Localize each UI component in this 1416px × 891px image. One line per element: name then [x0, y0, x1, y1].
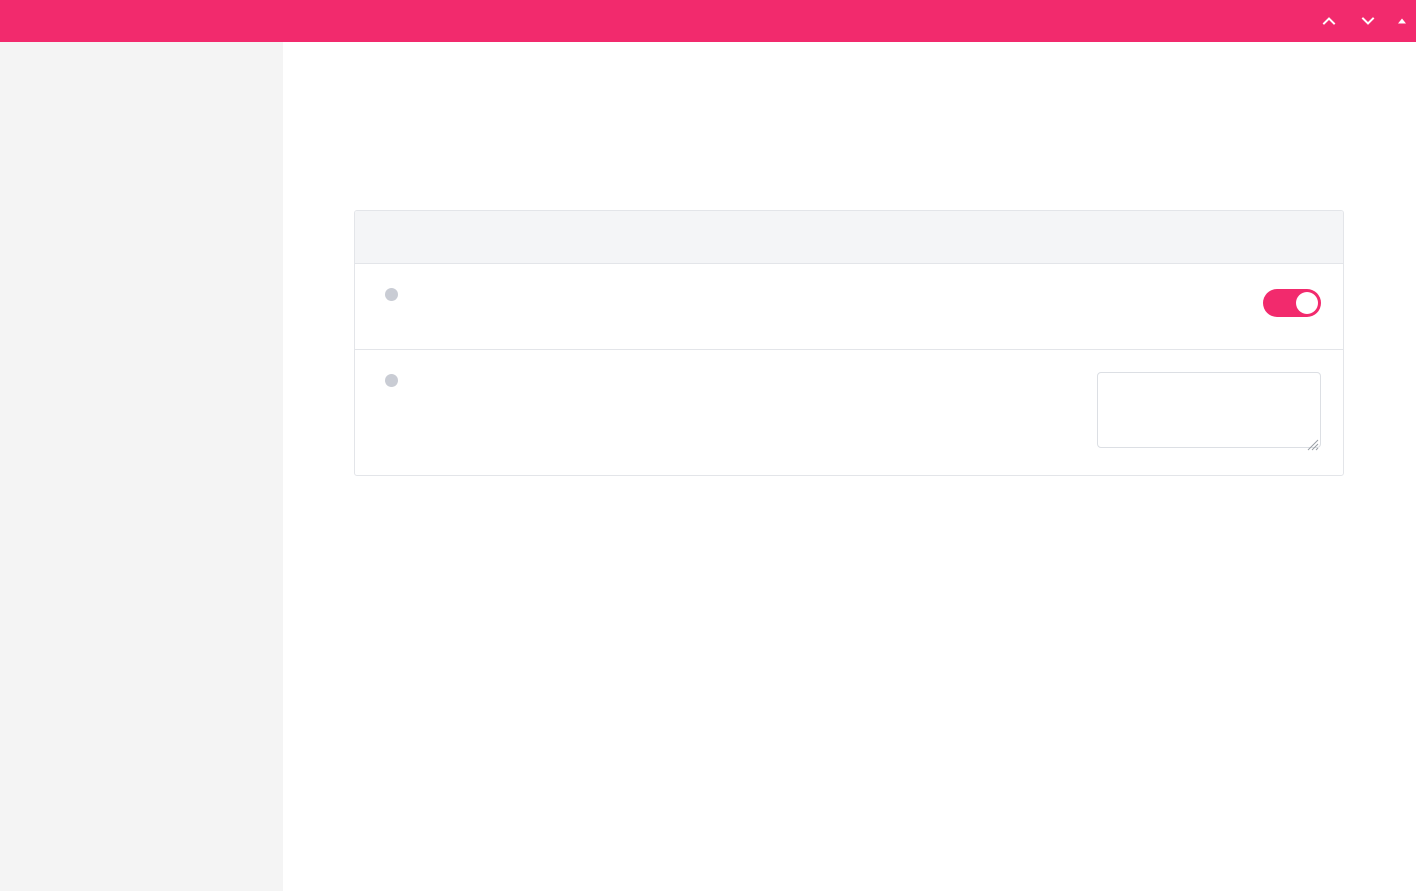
toggle-knob [1296, 292, 1318, 314]
note-title [377, 374, 1097, 387]
triangle-up-icon[interactable] [1388, 0, 1416, 42]
setting-row-control [1263, 286, 1321, 317]
app-header [0, 0, 1416, 42]
setting-row-note [355, 350, 1343, 475]
question-circle-icon[interactable] [385, 288, 398, 301]
admin-note-toggle[interactable] [1263, 289, 1321, 317]
sidebar [0, 42, 283, 891]
admin-note-card [354, 210, 1344, 476]
note-textarea-wrapper [1097, 372, 1321, 453]
setting-row-on-off-admin-note [355, 264, 1343, 350]
setting-title [377, 288, 1263, 301]
chevron-down-icon[interactable] [1354, 0, 1382, 42]
main-content [283, 42, 1416, 891]
note-textarea[interactable] [1097, 372, 1321, 448]
question-circle-icon[interactable] [385, 374, 398, 387]
note-row-text [377, 372, 1097, 398]
card-header [355, 211, 1343, 264]
note-row-control [1097, 372, 1321, 453]
chevron-up-icon[interactable] [1315, 0, 1343, 42]
setting-row-text [377, 286, 1263, 312]
window-controls [1315, 0, 1416, 42]
